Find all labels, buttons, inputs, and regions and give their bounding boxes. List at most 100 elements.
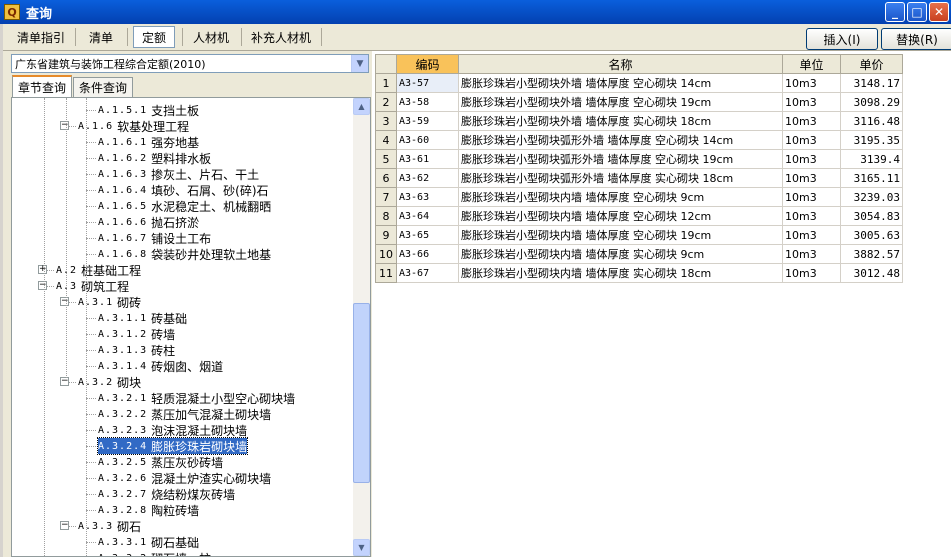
quota-code-cell[interactable]: A3-59 (396, 111, 459, 131)
row-number[interactable]: 3 (375, 111, 397, 131)
quota-name-cell[interactable]: 膨胀珍珠岩小型砌块内墙 墙体厚度 空心砌块 9cm (458, 187, 783, 207)
unit-cell[interactable]: 10m3 (782, 130, 841, 150)
quota-name-cell[interactable]: 膨胀珍珠岩小型砌块外墙 墙体厚度 空心砌块 14cm (458, 73, 783, 93)
table-row[interactable]: 9 A3-65 膨胀珍珠岩小型砌块内墙 墙体厚度 空心砌块 19cm 10m3 3005… (375, 225, 903, 245)
tree-item[interactable]: A.3.3 砌石 (78, 518, 141, 534)
collapse-icon[interactable]: − (60, 297, 69, 306)
tab-supplementary-lmm[interactable]: 补充人材机 (243, 26, 319, 48)
unit-cell[interactable]: 10m3 (782, 187, 841, 207)
maximize-icon[interactable]: □ (907, 2, 927, 22)
row-number[interactable]: 8 (375, 206, 397, 226)
minimize-icon[interactable]: _ (885, 2, 905, 22)
quota-name-cell[interactable]: 膨胀珍珠岩小型砌块外墙 墙体厚度 实心砌块 18cm (458, 111, 783, 131)
row-number[interactable]: 11 (375, 263, 397, 283)
tree-item[interactable]: A.3.3.2 砌石墙、柱 (98, 550, 211, 557)
quota-name-cell[interactable]: 膨胀珍珠岩小型砌块内墙 墙体厚度 实心砌块 9cm (458, 244, 783, 264)
price-cell[interactable]: 3139.4 (840, 149, 903, 169)
tree-item[interactable]: A.3.1.4 砖烟囱、烟道 (98, 358, 223, 374)
quota-code-cell[interactable]: A3-63 (396, 187, 459, 207)
tree-item[interactable]: A.3.1.3 砖柱 (98, 342, 175, 358)
price-cell[interactable]: 3005.63 (840, 225, 903, 245)
table-row[interactable]: 8 A3-64 膨胀珍珠岩小型砌块内墙 墙体厚度 空心砌块 12cm 10m3 3054… (375, 206, 903, 226)
row-number[interactable]: 9 (375, 225, 397, 245)
unit-cell[interactable]: 10m3 (782, 244, 841, 264)
tab-labor-material-machine[interactable]: 人材机 (185, 26, 237, 48)
chapter-tree[interactable]: A.1.5.1 支挡土板 A.1.6 软基处理工程 − A.1.6.1 强夯地基 A.1.6.… (11, 97, 371, 557)
table-row[interactable]: 2 A3-58 膨胀珍珠岩小型砌块外墙 墙体厚度 空心砌块 19cm 10m3 3098… (375, 92, 903, 112)
tree-item[interactable]: A.1.6.7 铺设土工布 (98, 230, 211, 246)
tree-item[interactable]: A.2 桩基础工程 (56, 262, 141, 278)
tree-item[interactable]: A.3.2.7 烧结粉煤灰砖墙 (98, 486, 235, 502)
unit-cell[interactable]: 10m3 (782, 206, 841, 226)
column-header-unit[interactable]: 单位 (782, 54, 841, 74)
column-header-name[interactable]: 名称 (458, 54, 783, 74)
tree-item[interactable]: A.1.5.1 支挡土板 (98, 102, 199, 118)
price-cell[interactable]: 3098.29 (840, 92, 903, 112)
row-number[interactable]: 2 (375, 92, 397, 112)
price-cell[interactable]: 3195.35 (840, 130, 903, 150)
row-number[interactable]: 1 (375, 73, 397, 93)
scroll-down-icon[interactable]: ▼ (353, 539, 370, 556)
unit-cell[interactable]: 10m3 (782, 73, 841, 93)
quota-code-cell[interactable]: A3-58 (396, 92, 459, 112)
row-number[interactable]: 4 (375, 130, 397, 150)
tree-item[interactable]: A.3.3.1 砌石基础 (98, 534, 199, 550)
scroll-up-icon[interactable]: ▲ (353, 98, 370, 115)
row-number[interactable]: 6 (375, 168, 397, 188)
row-number[interactable]: 7 (375, 187, 397, 207)
table-row[interactable]: 4 A3-60 膨胀珍珠岩小型砌块弧形外墙 墙体厚度 空心砌块 14cm 10m3 31… (375, 130, 903, 150)
scroll-thumb[interactable] (353, 303, 370, 483)
tree-item[interactable]: A.3.2 砌块 (78, 374, 141, 390)
collapse-icon[interactable]: − (60, 521, 69, 530)
collapse-icon[interactable]: − (38, 281, 47, 290)
quota-name-cell[interactable]: 膨胀珍珠岩小型砌块弧形外墙 墙体厚度 实心砌块 18cm (458, 168, 783, 188)
subtab-condition-search[interactable]: 条件查询 (73, 77, 134, 97)
row-number[interactable]: 10 (375, 244, 397, 264)
quota-code-cell[interactable]: A3-65 (396, 225, 459, 245)
tree-item[interactable]: A.3.2.5 蒸压灰砂砖墙 (98, 454, 223, 470)
tree-item[interactable]: A.3.2.8 陶粒砖墙 (98, 502, 199, 518)
table-row[interactable]: 5 A3-61 膨胀珍珠岩小型砌块弧形外墙 墙体厚度 空心砌块 19cm 10m3 31… (375, 149, 903, 169)
tab-bill[interactable]: 清单 (81, 26, 121, 48)
tree-item[interactable]: A.3.1 砌砖 (78, 294, 141, 310)
price-cell[interactable]: 3165.11 (840, 168, 903, 188)
table-row[interactable]: 1 A3-57 膨胀珍珠岩小型砌块外墙 墙体厚度 空心砌块 14cm 10m3 3148… (375, 73, 903, 93)
collapse-icon[interactable]: − (60, 121, 69, 130)
column-header-price[interactable]: 单价 (840, 54, 903, 74)
quota-name-cell[interactable]: 膨胀珍珠岩小型砌块外墙 墙体厚度 空心砌块 19cm (458, 92, 783, 112)
price-cell[interactable]: 3116.48 (840, 111, 903, 131)
price-cell[interactable]: 3148.17 (840, 73, 903, 93)
quota-code-cell[interactable]: A3-61 (396, 149, 459, 169)
unit-cell[interactable]: 10m3 (782, 111, 841, 131)
quota-code-cell[interactable]: A3-57 (396, 73, 459, 93)
table-row[interactable]: 7 A3-63 膨胀珍珠岩小型砌块内墙 墙体厚度 空心砌块 9cm 10m3 3239.… (375, 187, 903, 207)
quota-name-cell[interactable]: 膨胀珍珠岩小型砌块弧形外墙 墙体厚度 空心砌块 14cm (458, 130, 783, 150)
row-number[interactable]: 5 (375, 149, 397, 169)
table-row[interactable]: 6 A3-62 膨胀珍珠岩小型砌块弧形外墙 墙体厚度 实心砌块 18cm 10m3 31… (375, 168, 903, 188)
tab-bill-guide[interactable]: 清单指引 (9, 26, 73, 48)
quota-name-cell[interactable]: 膨胀珍珠岩小型砌块内墙 墙体厚度 空心砌块 12cm (458, 206, 783, 226)
quota-name-cell[interactable]: 膨胀珍珠岩小型砌块内墙 墙体厚度 实心砌块 18cm (458, 263, 783, 283)
unit-cell[interactable]: 10m3 (782, 168, 841, 188)
tree-item[interactable]: A.3.1.2 砖墙 (98, 326, 175, 342)
insert-button[interactable]: 插入(I) (806, 28, 878, 50)
tree-item[interactable]: A.1.6 软基处理工程 (78, 118, 189, 134)
unit-cell[interactable]: 10m3 (782, 225, 841, 245)
price-cell[interactable]: 3239.03 (840, 187, 903, 207)
replace-button[interactable]: 替换(R) (881, 28, 951, 50)
tree-item[interactable]: A.3.2.1 轻质混凝土小型空心砌块墙 (98, 390, 295, 406)
tree-item[interactable]: A.3.2.6 混凝土炉渣实心砌块墙 (98, 470, 271, 486)
tree-item[interactable]: A.1.6.2 塑料排水板 (98, 150, 211, 166)
tree-item[interactable]: A.1.6.4 填砂、石屑、砂(碎)石 (98, 182, 269, 198)
unit-cell[interactable]: 10m3 (782, 92, 841, 112)
chevron-down-icon[interactable]: ▼ (351, 55, 368, 72)
close-icon[interactable]: ✕ (929, 2, 949, 22)
tree-scrollbar[interactable]: ▲ ▼ (353, 98, 370, 556)
table-row[interactable]: 11 A3-67 膨胀珍珠岩小型砌块内墙 墙体厚度 实心砌块 18cm 10m3 301… (375, 263, 903, 283)
quota-code-cell[interactable]: A3-64 (396, 206, 459, 226)
tree-item[interactable]: A.3.1.1 砖基础 (98, 310, 187, 326)
price-cell[interactable]: 3882.57 (840, 244, 903, 264)
price-cell[interactable]: 3012.48 (840, 263, 903, 283)
quota-code-cell[interactable]: A3-66 (396, 244, 459, 264)
quota-name-cell[interactable]: 膨胀珍珠岩小型砌块内墙 墙体厚度 空心砌块 19cm (458, 225, 783, 245)
